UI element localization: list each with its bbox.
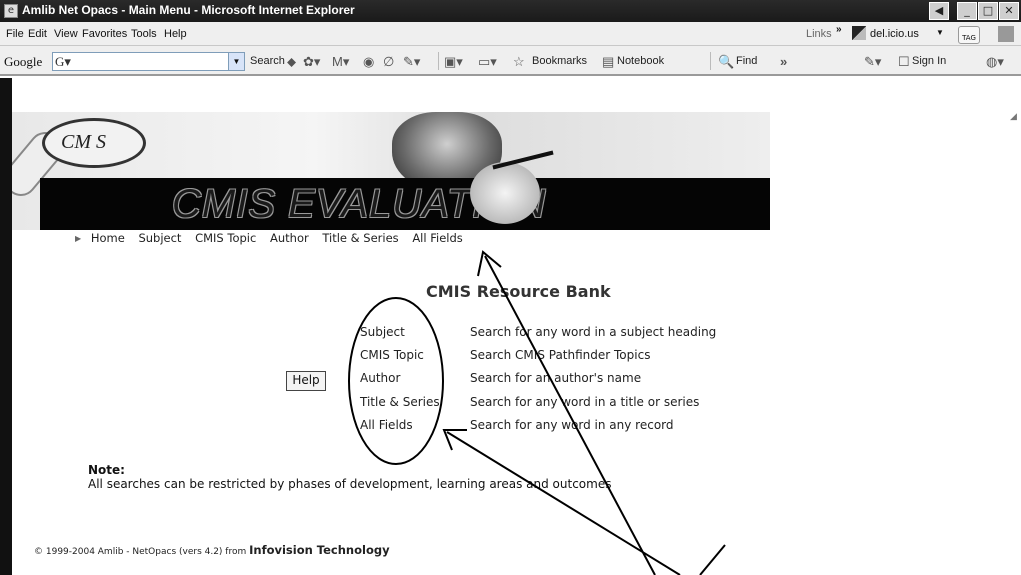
hand-image	[470, 162, 540, 224]
toolbar-icon-6[interactable]: ▣▾	[444, 54, 463, 70]
bookmarks-button[interactable]: Bookmarks	[532, 55, 587, 67]
toolbar-icon-2[interactable]: ✿▾	[303, 54, 320, 70]
cmis-banner: CM S CMIS EVALUATION	[12, 112, 770, 230]
nav-home[interactable]: Home	[91, 231, 125, 245]
search-subject-link[interactable]: Subject	[360, 325, 405, 339]
dropdown-arrow-icon: ▼	[936, 28, 944, 37]
toolbar-icon-4[interactable]: ∅	[383, 54, 394, 70]
menu-view[interactable]: View	[54, 28, 78, 40]
ie-icon: e	[4, 4, 18, 18]
arrow-right-icon: ▶	[75, 234, 82, 243]
search-author-link[interactable]: Author	[360, 371, 400, 385]
note-text: All searches can be restricted by phases…	[88, 477, 612, 491]
window-left-border	[0, 78, 12, 575]
menu-help[interactable]: Help	[164, 28, 187, 40]
star-icon[interactable]: ☆	[513, 54, 525, 70]
notebook-button[interactable]: Notebook	[617, 55, 664, 67]
sign-in-button[interactable]: Sign In	[912, 55, 946, 67]
google-search-input[interactable]: G▾ ▼	[52, 52, 245, 71]
menu-bar: File Edit View Favorites Tools Help Link…	[0, 22, 1021, 46]
links-label[interactable]: Links	[806, 28, 832, 40]
search-title-series-link[interactable]: Title & Series	[360, 395, 440, 409]
menu-edit[interactable]: Edit	[28, 28, 47, 40]
back-arrow-icon[interactable]: ◀	[929, 2, 949, 20]
scroll-icon[interactable]: ◢	[1010, 112, 1017, 122]
page-heading: CMIS Resource Bank	[426, 282, 611, 301]
search-description: Search for any word in any record	[470, 418, 674, 432]
nav-all-fields[interactable]: All Fields	[412, 231, 462, 245]
search-all-fields-link[interactable]: All Fields	[360, 418, 413, 432]
maximize-button[interactable]: □	[978, 2, 998, 20]
search-description: Search for any word in a title or series	[470, 395, 700, 409]
footer: © 1999-2004 Amlib - NetOpacs (vers 4.2) …	[34, 543, 390, 557]
toolbar-icon-8[interactable]: ◍▾	[986, 54, 1004, 70]
toolbar-icon-5[interactable]: ✎▾	[403, 54, 420, 70]
nav-cmis-topic[interactable]: CMIS Topic	[195, 231, 256, 245]
google-search-button[interactable]: Search	[250, 55, 285, 67]
nav-subject[interactable]: Subject	[138, 231, 181, 245]
nav-title-series[interactable]: Title & Series	[322, 231, 398, 245]
title-bar: e Amlib Net Opacs - Main Menu - Microsof…	[0, 0, 1021, 22]
close-button[interactable]: ✕	[999, 2, 1019, 20]
window-title: Amlib Net Opacs - Main Menu - Microsoft …	[22, 3, 355, 17]
nav-author[interactable]: Author	[270, 231, 309, 245]
search-description: Search for an author's name	[470, 371, 642, 385]
search-cmis-topic-link[interactable]: CMIS Topic	[360, 348, 424, 362]
notebook-icon: ▤	[602, 54, 615, 69]
search-description: Search CMIS Pathfinder Topics	[470, 348, 651, 362]
footer-copyright: © 1999-2004 Amlib - NetOpacs (vers 4.2) …	[34, 547, 250, 557]
toolbar-separator	[438, 52, 439, 70]
note-section: Note: All searches can be restricted by …	[88, 463, 611, 491]
menu-file[interactable]: File	[6, 28, 24, 40]
main-nav: ▶ Home Subject CMIS Topic Author Title &…	[75, 231, 473, 245]
tag-icon[interactable]: TAG	[958, 26, 980, 44]
gmail-icon[interactable]: M▾	[332, 54, 349, 70]
chevron-icon[interactable]: »	[780, 54, 787, 69]
toolbar-icon-7[interactable]: ▭▾	[478, 54, 497, 70]
chevron-icon[interactable]: »	[836, 24, 842, 35]
delicious-icon	[852, 26, 866, 40]
footer-brand-link[interactable]: Infovision Technology	[249, 543, 389, 557]
search-description: Search for any word in a subject heading	[470, 325, 717, 339]
note-title: Note:	[88, 463, 125, 477]
help-button[interactable]: Help	[286, 371, 326, 391]
google-g-icon: G▾	[55, 54, 71, 69]
checkbox-icon: ☐	[898, 54, 910, 69]
find-button[interactable]: Find	[736, 55, 757, 67]
cmis-logo: CM S	[42, 118, 146, 168]
google-toolbar: Google G▾ ▼ Search ⬥ ✿▾ M▾ ◉ ∅ ✎▾ ▣▾ ▭▾ …	[0, 46, 1021, 76]
toolbar-icon-3[interactable]: ◉	[363, 54, 374, 70]
toolbar-icon-1[interactable]: ⬥	[287, 54, 296, 70]
minimize-button[interactable]: _	[957, 2, 977, 20]
dropdown-arrow-icon[interactable]: ▼	[228, 53, 244, 70]
menu-favorites[interactable]: Favorites	[82, 28, 127, 40]
windows-logo-icon	[998, 26, 1014, 42]
google-logo: Google	[4, 54, 43, 69]
wrench-icon[interactable]: ✎▾	[864, 54, 881, 70]
menu-tools[interactable]: Tools	[131, 28, 157, 40]
find-icon: 🔍	[718, 54, 735, 69]
toolbar-separator	[710, 52, 711, 70]
